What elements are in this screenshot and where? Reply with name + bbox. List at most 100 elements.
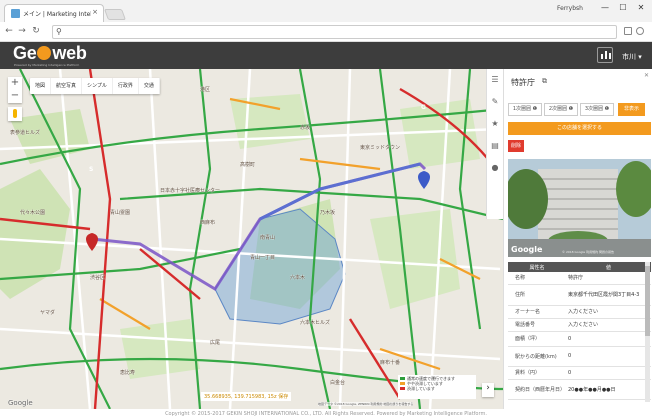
next-arrow-button[interactable]: ›	[482, 383, 494, 397]
address-bar: ← → ↻ ⚲	[0, 22, 652, 42]
browser-tab[interactable]: メイン | Marketing Intellig ×	[4, 4, 104, 22]
map-label: 六本木	[290, 275, 306, 281]
pin-icon[interactable]: ●	[487, 157, 503, 179]
map-graphic	[0, 69, 503, 409]
zoom-out-button[interactable]: −	[8, 90, 22, 103]
list-icon[interactable]: ☰	[487, 69, 503, 91]
edit-icon[interactable]: ✎	[487, 91, 503, 113]
area-tabs: 1次圏囲 ❶ 2次圏囲 ❶ 3次圏囲 ❶ 非表示	[508, 103, 651, 116]
map-label: 恵比寿	[120, 370, 136, 376]
map-label: 渋谷区	[90, 275, 106, 281]
table-header-row: 属性名 値	[508, 262, 651, 272]
map-label: 南青山	[260, 235, 276, 241]
photo-footer[interactable]: © 2018 Google 利用規約 問題の報告	[562, 250, 614, 254]
map-label: 港区	[200, 87, 211, 93]
maximize-button[interactable]: ☐	[616, 3, 630, 15]
google-logo: Google	[8, 399, 33, 407]
page-footer: Copyright © 2015-2017 GEKIN SHOJI INTERN…	[0, 409, 652, 420]
map-type-traffic[interactable]: 交通	[139, 78, 160, 94]
traffic-legend: 通常の速度で運行できます やや渋滞しています 渋滞しています	[398, 375, 476, 399]
column-header: 値	[566, 262, 651, 272]
map-label: 白金台	[330, 380, 346, 386]
search-icon: ⚲	[56, 27, 62, 36]
tab-close-icon[interactable]: ×	[92, 8, 98, 16]
hide-button[interactable]: 非表示	[618, 103, 645, 116]
legend-swatch	[400, 382, 405, 385]
map-label: 代々木公園	[20, 210, 46, 216]
table-row[interactable]: 面積（坪） 0	[508, 331, 651, 347]
geoweb-logo[interactable]: Ge web	[13, 43, 87, 64]
panel-close-icon[interactable]: ✕	[644, 72, 649, 79]
menu-icon[interactable]	[636, 27, 644, 35]
column-header: 属性名	[508, 262, 566, 272]
browser-user[interactable]: Ferrybsh	[557, 5, 583, 12]
panel-title: 特許庁	[511, 78, 535, 87]
map-type-selector: 地図 航空写真 シンプル 行政界 交通	[30, 78, 160, 94]
map-label: ヤマダ	[40, 310, 56, 316]
map-label: 広尾	[210, 340, 221, 346]
map-type-satellite[interactable]: 航空写真	[51, 78, 83, 94]
tab-area-1[interactable]: 1次圏囲 ❶	[508, 103, 542, 116]
delete-button[interactable]: 削除	[508, 140, 524, 152]
detail-panel: 特許庁 ⧉ ✕ 1次圏囲 ❶ 2次圏囲 ❶ 3次圏囲 ❶ 非表示 この店舗を選択…	[503, 69, 652, 409]
attribute-table: 属性名 値 名称 特許庁 住所 東京都千代田区霞が関3丁目4-3 オーナー名 入力くだ…	[508, 262, 651, 400]
table-row[interactable]: 契約日（西暦年月日） 20●●年●●月●●日	[508, 379, 651, 400]
goal-marker[interactable]: G	[421, 104, 426, 111]
logo-orb-icon	[37, 46, 52, 60]
legend-swatch	[400, 377, 405, 380]
map-type-admin[interactable]: 行政界	[113, 78, 139, 94]
map-label: 乃木坂	[320, 210, 336, 216]
map-label: 表参道ヒルズ	[10, 130, 41, 136]
map-attribution[interactable]: 地図データ ©2018 Google, ZENRIN 利用規約 地図の誤りを報告…	[318, 402, 414, 406]
street-view-photo[interactable]: Google © 2018 Google 利用規約 問題の報告	[508, 159, 651, 257]
external-link-icon[interactable]: ⧉	[542, 77, 547, 86]
browser-tabstrip: メイン | Marketing Intellig × Ferrybsh — ☐ …	[0, 0, 652, 22]
map-label: 高樹町	[240, 162, 256, 168]
close-window-button[interactable]: ✕	[634, 3, 648, 15]
zoom-control: + −	[8, 77, 22, 103]
favicon-icon	[11, 9, 20, 18]
panel-scrollbar[interactable]	[645, 262, 650, 402]
coordinates-readout[interactable]: 35.668935, 139.715983, 15z 保存	[201, 392, 292, 401]
table-row[interactable]: 電話番号 入力ください	[508, 318, 651, 332]
map-type-map[interactable]: 地図	[30, 78, 52, 94]
forward-icon[interactable]: →	[17, 26, 27, 36]
url-input[interactable]: ⚲	[52, 25, 617, 39]
table-row[interactable]: オーナー名 入力ください	[508, 305, 651, 319]
map-type-simple[interactable]: シンプル	[82, 78, 113, 94]
new-tab-button[interactable]	[103, 9, 127, 20]
table-row[interactable]: 駅からの距離(km) 0	[508, 346, 651, 367]
map-label: 青山霊園	[110, 210, 131, 216]
app-header: Ge web Powered by Marketing Intelligence …	[0, 42, 652, 69]
layers-icon[interactable]: ▤	[487, 135, 503, 157]
extension-icon[interactable]	[624, 27, 632, 35]
tab-area-2[interactable]: 2次圏囲 ❶	[544, 103, 578, 116]
zoom-in-button[interactable]: +	[8, 77, 22, 90]
tool-strip: ☰ ✎ ★ ▤ ●	[486, 69, 503, 219]
map-label: 日本赤十字社医療センター	[160, 188, 221, 194]
legend-swatch	[400, 387, 405, 390]
map-label: 東京ミッドタウン	[360, 145, 401, 151]
select-store-button[interactable]: この店舗を選択する	[508, 122, 651, 135]
star-icon[interactable]: ★	[487, 113, 503, 135]
minimize-button[interactable]: —	[598, 3, 612, 15]
table-row[interactable]: 賃料（円） 0	[508, 366, 651, 380]
map-label: 六本木ヒルズ	[300, 320, 331, 326]
map-canvas[interactable]: S G 港区 高樹町 日本赤十字社医療センター 南青山 六本木ヒルズ 麻布十番 …	[0, 69, 503, 409]
user-menu[interactable]: 市川 ▾	[622, 52, 642, 62]
reload-icon[interactable]: ↻	[31, 26, 41, 36]
start-marker[interactable]: S	[89, 166, 93, 173]
google-watermark: Google	[511, 245, 543, 254]
back-icon[interactable]: ←	[4, 26, 14, 36]
tab-area-3[interactable]: 3次圏囲 ❶	[580, 103, 614, 116]
map-label: 西麻布	[200, 220, 216, 226]
map-label: 赤坂	[300, 125, 311, 131]
table-row[interactable]: 住所 東京都千代田区霞が関3丁目4-3	[508, 284, 651, 306]
map-label: 青山一丁目	[250, 255, 276, 261]
legend-item: 渋滞しています	[400, 386, 474, 391]
table-row[interactable]: 名称 特許庁	[508, 272, 651, 285]
street-view-graphic	[508, 159, 651, 257]
bar-chart-button[interactable]	[597, 47, 613, 63]
street-view-pegman-icon[interactable]	[8, 107, 22, 121]
tagline: Powered by Marketing Intelligence Platfo…	[14, 63, 80, 67]
